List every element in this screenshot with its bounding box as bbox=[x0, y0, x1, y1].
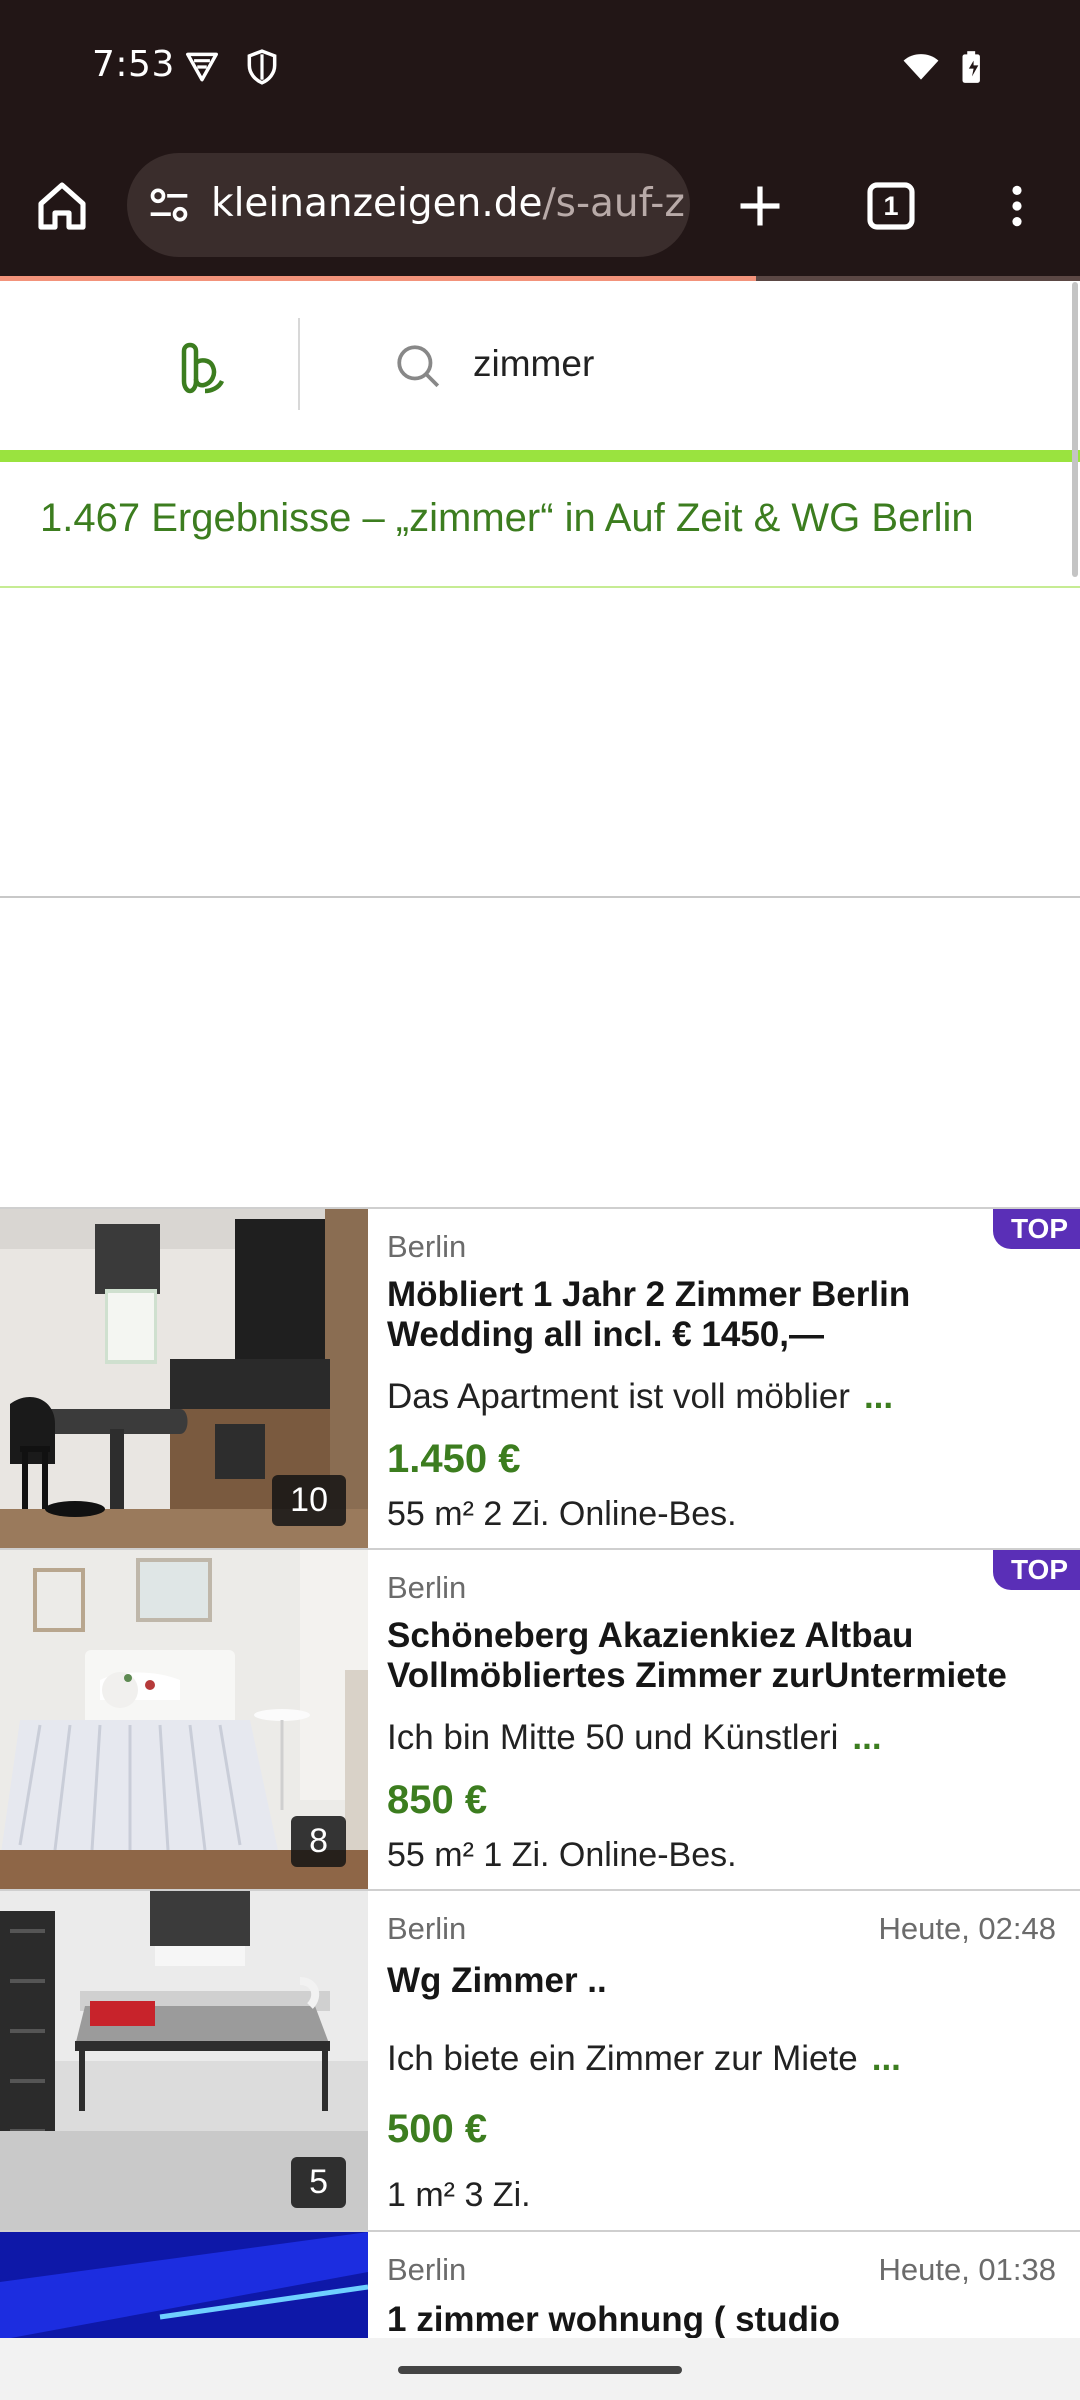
url-text: kleinanzeigen.de/s-auf-z bbox=[211, 181, 685, 226]
listing-location: Berlin bbox=[387, 1570, 467, 1605]
listing-location: Berlin bbox=[387, 1229, 467, 1264]
listing-price: 1.450 € bbox=[387, 1437, 521, 1481]
address-bar[interactable]: kleinanzeigen.de/s-auf-z bbox=[127, 153, 690, 257]
header-divider bbox=[298, 318, 300, 410]
listing-item[interactable]: 5 Berlin Heute, 02:48 Wg Zimmer .. Ich b… bbox=[0, 1889, 1080, 2230]
site-settings-icon[interactable] bbox=[147, 183, 191, 227]
photo-count-badge: 5 bbox=[291, 2157, 346, 2208]
ad-placeholder bbox=[0, 588, 1080, 898]
home-button[interactable] bbox=[22, 166, 102, 246]
top-badge: TOP bbox=[992, 1550, 1080, 1590]
listing-description: Das Apartment ist voll möblier... bbox=[387, 1377, 893, 1417]
description-text: Das Apartment ist voll möblier bbox=[387, 1377, 850, 1416]
photo-count-badge: 8 bbox=[291, 1816, 346, 1867]
listing-description: Ich biete ein Zimmer zur Miete... bbox=[387, 2039, 901, 2079]
photo-count-badge: 10 bbox=[272, 1475, 346, 1526]
new-tab-button[interactable] bbox=[720, 166, 800, 246]
vpn-icon bbox=[186, 52, 218, 82]
results-header: 1.467 Ergebnisse – „zimmer“ in Auf Zeit … bbox=[0, 462, 1080, 588]
url-domain: kleinanzeigen.de bbox=[211, 181, 543, 226]
listing-item[interactable]: 8 Berlin TOP Schöneberg Akazienkiez Altb… bbox=[0, 1548, 1080, 1889]
top-badge: TOP bbox=[992, 1209, 1080, 1249]
listing-description: Ich bin Mitte 50 und Künstleri... bbox=[387, 1718, 882, 1758]
new-tab-icon bbox=[740, 186, 780, 226]
site-header: zimmer bbox=[0, 281, 1080, 451]
listing-item[interactable]: Berlin Heute, 01:38 1 zimmer wohnung ( s… bbox=[0, 2230, 1080, 2338]
browser-toolbar: kleinanzeigen.de/s-auf-z 1 bbox=[0, 135, 1080, 277]
header-accent-bar bbox=[0, 450, 1080, 462]
kleinanzeigen-logo-icon[interactable] bbox=[175, 341, 231, 397]
status-time: 7:53 bbox=[92, 44, 175, 85]
search-input[interactable]: zimmer bbox=[473, 343, 594, 385]
more-link[interactable]: ... bbox=[852, 1718, 881, 1757]
menu-icon bbox=[1012, 185, 1022, 227]
system-nav-bar bbox=[0, 2338, 1080, 2400]
listing-location: Berlin bbox=[387, 1911, 467, 1946]
description-text: Ich bin Mitte 50 und Künstleri bbox=[387, 1718, 839, 1757]
listing-attributes: 55 m² 1 Zi. Online-Bes. bbox=[387, 1836, 737, 1874]
listing-title[interactable]: 1 zimmer wohnung ( studio bbox=[387, 2300, 1047, 2338]
listing-item[interactable]: 10 Berlin TOP Möbliert 1 Jahr 2 Zimmer B… bbox=[0, 1207, 1080, 1548]
listing-title[interactable]: Schöneberg Akazienkiez Altbau Vollmöblie… bbox=[387, 1616, 1047, 1696]
listing-photo[interactable]: 10 bbox=[0, 1209, 368, 1548]
shield-icon bbox=[247, 49, 277, 85]
listing-title[interactable]: Möbliert 1 Jahr 2 Zimmer Berlin Wedding … bbox=[387, 1275, 1047, 1355]
results-count-text: 1.467 Ergebnisse – „zimmer“ in Auf Zeit … bbox=[40, 496, 974, 540]
listing-price: 850 € bbox=[387, 1778, 488, 1822]
battery-icon bbox=[962, 51, 980, 83]
listing-photo[interactable]: 5 bbox=[0, 1891, 368, 2230]
home-icon bbox=[38, 182, 86, 230]
listing-location: Berlin bbox=[387, 2252, 467, 2287]
scrollbar-thumb[interactable] bbox=[1072, 282, 1078, 577]
listing-photo[interactable] bbox=[0, 2232, 368, 2338]
status-bar: 7:53 bbox=[0, 0, 1080, 135]
url-path: /s-auf-z bbox=[542, 181, 685, 226]
search-icon[interactable] bbox=[393, 341, 443, 391]
tab-switcher-button[interactable]: 1 bbox=[851, 166, 931, 246]
listing-date: Heute, 01:38 bbox=[878, 2252, 1056, 2287]
listing-attributes: 55 m² 2 Zi. Online-Bes. bbox=[387, 1495, 737, 1533]
more-link[interactable]: ... bbox=[864, 1377, 893, 1416]
wifi-icon bbox=[903, 54, 939, 80]
description-text: Ich biete ein Zimmer zur Miete bbox=[387, 2039, 858, 2078]
studio-photo-image bbox=[0, 2232, 368, 2338]
tab-count: 1 bbox=[883, 191, 899, 221]
listing-attributes: 1 m² 3 Zi. bbox=[387, 2176, 531, 2214]
listing-title[interactable]: Wg Zimmer .. bbox=[387, 1961, 1047, 2001]
listing-date: Heute, 02:48 bbox=[878, 1911, 1056, 1946]
more-link[interactable]: ... bbox=[872, 2039, 901, 2078]
listing-photo[interactable]: 8 bbox=[0, 1550, 368, 1889]
menu-button[interactable] bbox=[977, 166, 1057, 246]
gesture-handle[interactable] bbox=[398, 2366, 682, 2374]
listing-price: 500 € bbox=[387, 2107, 488, 2151]
